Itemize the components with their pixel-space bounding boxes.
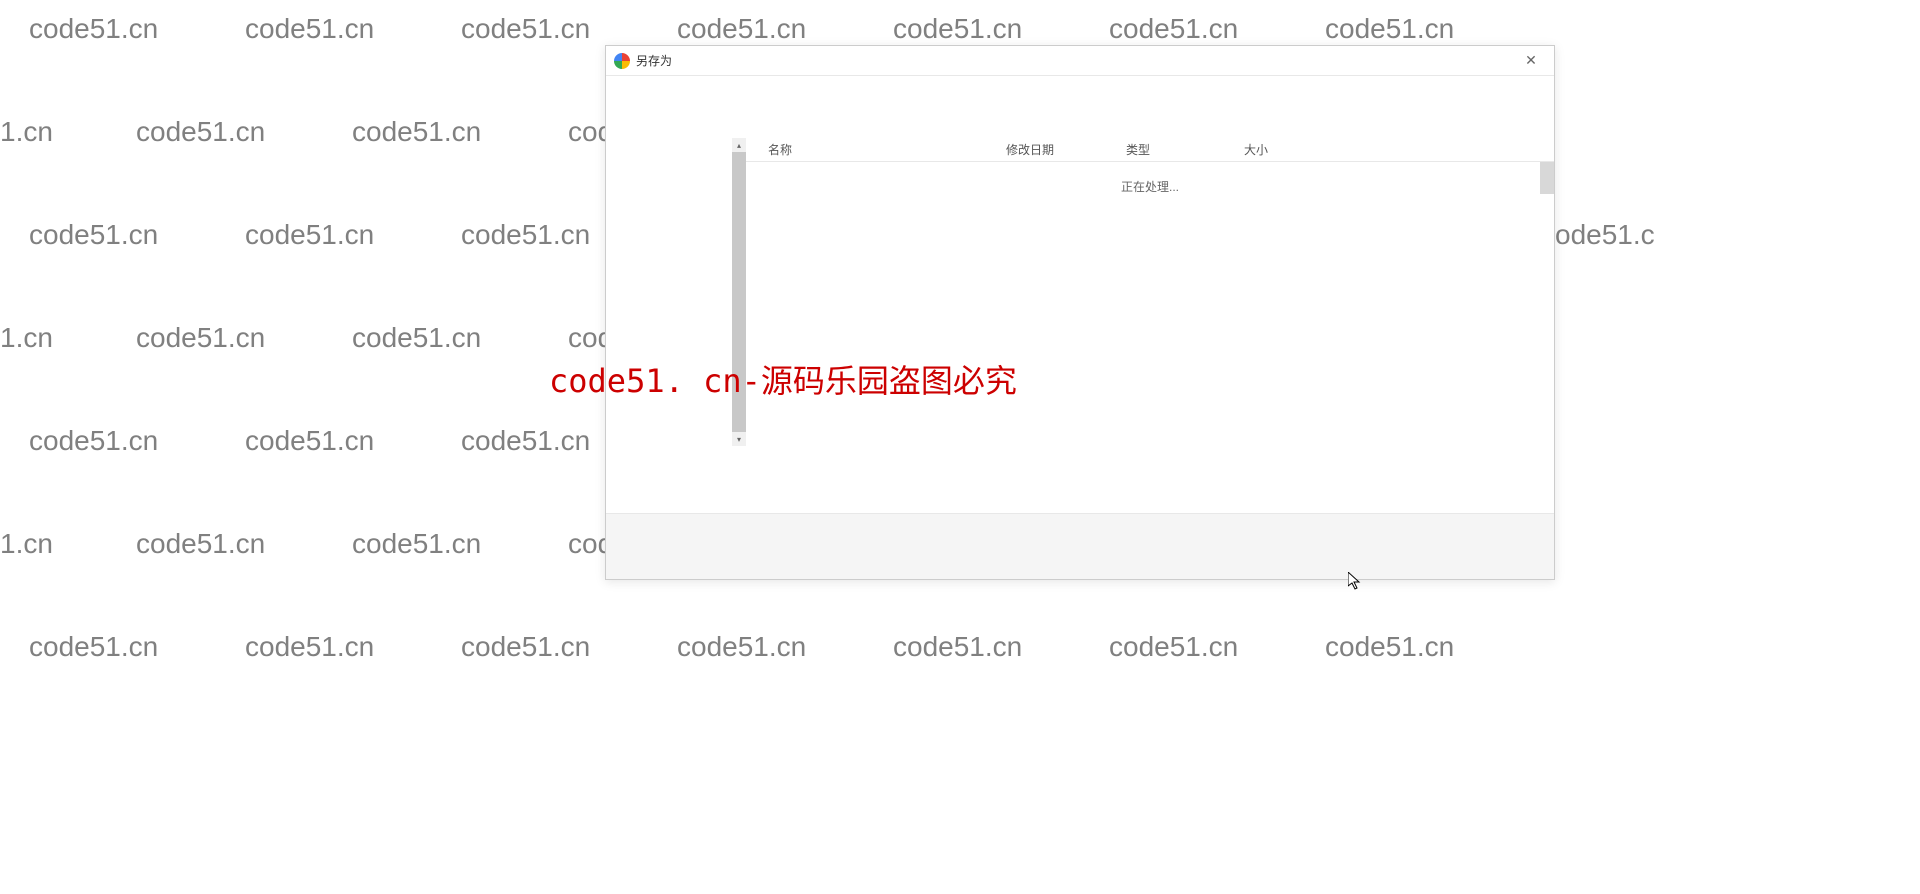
watermark-text: 1.cn xyxy=(0,322,53,354)
watermark-text: code51.cn xyxy=(1109,631,1238,663)
column-size[interactable]: 大小 xyxy=(1244,141,1324,158)
watermark-text: code51.cn xyxy=(461,425,590,457)
watermark-text: code51.cn xyxy=(461,631,590,663)
dialog-title: 另存为 xyxy=(636,52,1516,69)
watermark-text: code51.cn xyxy=(352,528,481,560)
watermark-text: code51.c xyxy=(1541,219,1655,251)
watermark-red-text: code51. cn-源码乐园盗图必究 xyxy=(549,356,1017,402)
dialog-toolbar xyxy=(606,76,1554,138)
column-date[interactable]: 修改日期 xyxy=(1006,141,1126,158)
watermark-text: code51.cn xyxy=(893,13,1022,45)
watermark-text: code51.cn xyxy=(1109,13,1238,45)
dialog-body: ▴ ▾ 名称 修改日期 类型 大小 正在处理... xyxy=(606,138,1554,513)
watermark-text: code51.cn xyxy=(136,528,265,560)
watermark-text: code51.cn xyxy=(245,425,374,457)
watermark-text: code51.cn xyxy=(1325,631,1454,663)
watermark-text: code51.cn xyxy=(352,116,481,148)
column-type[interactable]: 类型 xyxy=(1126,141,1244,158)
scroll-down-arrow[interactable]: ▾ xyxy=(732,432,746,446)
watermark-text: code51.cn xyxy=(29,219,158,251)
watermark-text: code51.cn xyxy=(245,631,374,663)
watermark-text: code51.cn xyxy=(1325,13,1454,45)
watermark-text: code51.cn xyxy=(677,13,806,45)
chrome-icon xyxy=(614,53,630,69)
close-button[interactable]: ✕ xyxy=(1516,49,1546,73)
watermark-text: 1.cn xyxy=(0,528,53,560)
watermark-text: code51.cn xyxy=(136,322,265,354)
watermark-text: 1.cn xyxy=(0,116,53,148)
save-as-dialog: 另存为 ✕ ▴ ▾ 名称 修改日期 类型 大小 正在处理... xyxy=(605,45,1555,580)
file-list-body[interactable]: 正在处理... xyxy=(746,162,1554,513)
watermark-text: code51.cn xyxy=(29,425,158,457)
right-scrollbar[interactable] xyxy=(1540,162,1554,194)
watermark-text: code51.cn xyxy=(136,116,265,148)
file-list-header: 名称 修改日期 类型 大小 xyxy=(746,138,1554,162)
column-name[interactable]: 名称 xyxy=(746,141,1006,158)
watermark-text: code51.cn xyxy=(893,631,1022,663)
file-list: 名称 修改日期 类型 大小 正在处理... xyxy=(746,138,1554,513)
watermark-text: code51.cn xyxy=(677,631,806,663)
dialog-footer xyxy=(606,513,1554,579)
watermark-text: code51.cn xyxy=(352,322,481,354)
watermark-text: code51.cn xyxy=(461,219,590,251)
watermark-text: code51.cn xyxy=(29,13,158,45)
watermark-text: code51.cn xyxy=(245,13,374,45)
watermark-text: code51.cn xyxy=(245,219,374,251)
watermark-text: code51.cn xyxy=(29,631,158,663)
watermark-text: code51.cn xyxy=(461,13,590,45)
processing-status: 正在处理... xyxy=(1121,178,1179,195)
scroll-up-arrow[interactable]: ▴ xyxy=(732,138,746,152)
navigation-panel: ▴ ▾ xyxy=(606,138,746,513)
dialog-titlebar[interactable]: 另存为 ✕ xyxy=(606,46,1554,76)
